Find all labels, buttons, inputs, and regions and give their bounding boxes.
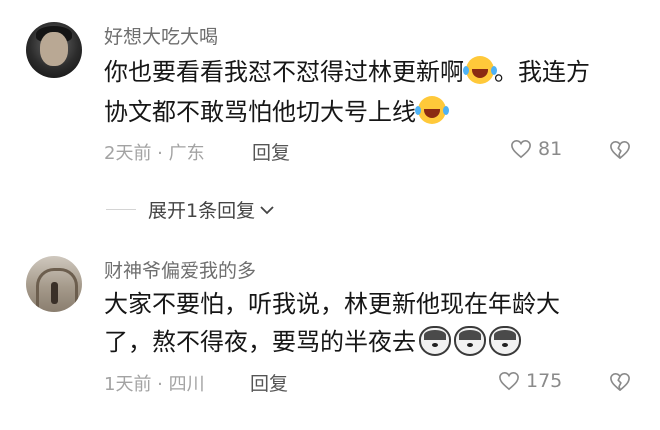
- comment-meta: 1天前 · 四川: [104, 374, 205, 395]
- broken-heart-icon: [610, 373, 630, 391]
- dislike-button[interactable]: [609, 140, 631, 164]
- comment-meta: 2天前 · 广东: [104, 143, 205, 164]
- laugh-cry-emoji-icon: [463, 56, 494, 84]
- broken-heart-icon: [610, 141, 630, 159]
- like-count: 175: [526, 370, 563, 392]
- comment-text-line-2: 了，熬不得夜，要骂的半夜去: [104, 322, 521, 362]
- husky-emoji-icon: [489, 326, 521, 356]
- heart-icon: [511, 139, 531, 159]
- expand-divider: [106, 209, 136, 210]
- comment-text: 了，熬不得夜，要骂的半夜去: [104, 328, 416, 356]
- comment-text-line-1: 你也要看看我怼不怼得过林更新啊 。我连方: [104, 52, 590, 92]
- avatar-face: [40, 32, 68, 66]
- husky-emoji-icon: [419, 326, 451, 356]
- expand-replies-button[interactable]: 展开1条回复: [148, 196, 275, 223]
- comment-text-line-2: 协文都不敢骂怕他切大号上线: [104, 92, 446, 132]
- expand-replies-label: 展开1条回复: [148, 200, 256, 222]
- comment-text: 你也要看看我怼不怼得过林更新啊: [104, 58, 464, 86]
- like-button[interactable]: 175: [498, 370, 562, 392]
- reply-button[interactable]: 回复: [252, 138, 290, 165]
- avatar[interactable]: [26, 256, 82, 312]
- chevron-down-icon: [260, 205, 274, 214]
- husky-emoji-icon: [454, 326, 486, 356]
- comment-text: 协文都不敢骂怕他切大号上线: [104, 98, 416, 126]
- comment-location: 广东: [168, 143, 205, 164]
- heart-icon: [499, 371, 519, 391]
- like-count: 81: [538, 138, 563, 160]
- avatar-figure: [51, 282, 58, 304]
- comment-time: 1天前: [104, 374, 152, 395]
- comment-username[interactable]: 好想大吃大喝: [104, 22, 218, 49]
- avatar[interactable]: [26, 22, 82, 78]
- comment-text: 大家不要怕，听我说，林更新他现在年龄大: [104, 290, 560, 318]
- dislike-button[interactable]: [609, 372, 631, 396]
- comment-location: 四川: [168, 374, 205, 395]
- laugh-cry-emoji-icon: [415, 96, 446, 124]
- comment-text-tail: 。我连方: [494, 58, 590, 86]
- comment-username[interactable]: 财神爷偏爱我的多: [104, 256, 256, 283]
- reply-button[interactable]: 回复: [250, 369, 288, 396]
- like-button[interactable]: 81: [510, 138, 562, 160]
- comment-time: 2天前: [104, 143, 152, 164]
- comment-text-line-1: 大家不要怕，听我说，林更新他现在年龄大: [104, 284, 560, 324]
